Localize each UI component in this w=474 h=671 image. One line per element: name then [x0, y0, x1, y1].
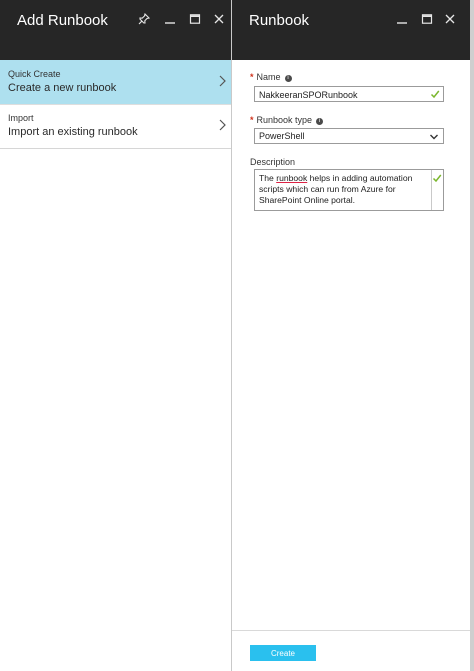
close-icon[interactable] — [211, 11, 227, 27]
runbook-type-label-text: Runbook type — [256, 115, 313, 125]
chevron-right-icon — [219, 75, 226, 87]
blade-header: Add Runbook — [0, 0, 231, 60]
required-marker: * — [250, 72, 254, 82]
pin-icon[interactable] — [136, 11, 152, 27]
valid-check-icon — [430, 90, 440, 99]
maximize-icon[interactable] — [419, 11, 435, 27]
info-icon[interactable]: i — [316, 118, 324, 125]
valid-check-icon — [432, 174, 442, 183]
menu-item-label: Create a new runbook — [8, 82, 117, 94]
blade-title: Add Runbook — [17, 12, 108, 29]
minimize-icon[interactable] — [394, 11, 410, 27]
name-label: * Name i — [250, 72, 292, 82]
footer-divider — [232, 630, 474, 631]
blade-title: Runbook — [249, 12, 310, 29]
description-textarea[interactable]: The runbook helps in adding automation s… — [254, 169, 444, 211]
info-icon[interactable]: i — [284, 75, 292, 82]
menu-item-import[interactable]: Import Import an existing runbook — [0, 109, 231, 149]
scrollbar-edge — [470, 0, 474, 671]
minimize-icon[interactable] — [162, 11, 178, 27]
menu-item-kicker: Quick Create — [8, 69, 61, 79]
runbook-type-label: * Runbook type i — [250, 115, 324, 125]
menu-item-label: Import an existing runbook — [8, 126, 138, 138]
runbook-type-select[interactable]: PowerShell — [254, 128, 444, 144]
maximize-icon[interactable] — [187, 11, 203, 27]
description-label: Description — [250, 157, 295, 167]
divider — [0, 104, 231, 105]
description-text: The runbook helps in adding automation s… — [259, 173, 429, 206]
blade-header: Runbook — [232, 0, 474, 60]
menu-item-quick-create[interactable]: Quick Create Create a new runbook — [0, 60, 231, 104]
add-runbook-blade: Add Runbook Quick Create Create a new ru… — [0, 0, 232, 671]
close-icon[interactable] — [442, 11, 458, 27]
runbook-type-value: PowerShell — [259, 131, 305, 141]
chevron-right-icon — [219, 119, 226, 131]
required-marker: * — [250, 115, 254, 125]
menu-item-kicker: Import — [8, 113, 34, 123]
description-text-underlined: runbook — [276, 173, 308, 183]
create-button[interactable]: Create — [250, 645, 316, 661]
name-field-box — [254, 86, 444, 102]
description-text-part: The — [259, 173, 277, 183]
name-input[interactable] — [259, 89, 424, 100]
chevron-down-icon — [430, 134, 438, 140]
description-label-text: Description — [250, 157, 296, 167]
name-label-text: Name — [256, 72, 281, 82]
